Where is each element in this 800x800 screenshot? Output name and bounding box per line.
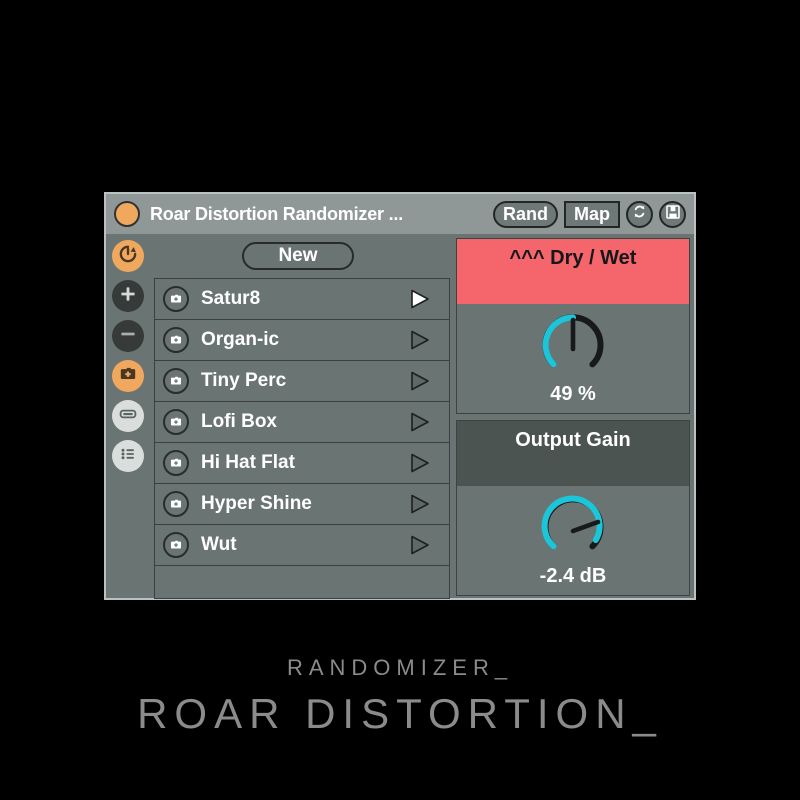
output-gain-value: -2.4 dB — [539, 565, 607, 587]
preset-list: Satur8 Organ-ic Tiny Perc Lofi Box Hi Ha… — [154, 278, 450, 599]
table-row[interactable]: Hi Hat Flat — [155, 443, 449, 484]
table-row[interactable]: Wut — [155, 525, 449, 566]
preset-name: Wut — [201, 534, 237, 555]
play-icon[interactable] — [405, 287, 435, 311]
preset-name: Tiny Perc — [201, 370, 287, 391]
play-icon[interactable] — [405, 533, 435, 557]
snapshot-camera-icon[interactable] — [163, 409, 189, 435]
rand-button[interactable]: Rand — [493, 200, 558, 228]
add-icon — [118, 284, 138, 309]
play-icon[interactable] — [405, 369, 435, 393]
output-gain-panel: Output Gain -2.4 dB — [456, 420, 690, 596]
empty-preset-slot[interactable] — [155, 566, 449, 598]
table-row[interactable]: Satur8 — [155, 279, 449, 320]
parameter-column: ^^^ Dry / Wet 49 % Output Gain -2.4 dB — [456, 234, 690, 598]
dry-wet-panel: ^^^ Dry / Wet 49 % — [456, 238, 690, 414]
play-icon[interactable] — [405, 328, 435, 352]
preset-name: Hyper Shine — [201, 493, 312, 514]
preset-column: New Satur8 Organ-ic Tiny Perc Lofi Box H… — [150, 234, 454, 599]
caption-subtitle: RANDOMIZER_ — [286, 655, 514, 680]
table-row[interactable]: Tiny Perc — [155, 361, 449, 402]
preset-name: Satur8 — [201, 288, 261, 309]
snapshot-camera-icon[interactable] — [163, 286, 189, 312]
snapshot-button[interactable] — [112, 360, 144, 392]
window-body: New Satur8 Organ-ic Tiny Perc Lofi Box H… — [106, 234, 694, 599]
snapshot-camera-icon[interactable] — [163, 491, 189, 517]
preset-name: Hi Hat Flat — [201, 452, 295, 473]
plugin-window: Roar Distortion Randomizer ... Rand Map — [104, 192, 696, 600]
add-preset-button[interactable] — [112, 280, 144, 312]
remove-preset-button[interactable] — [112, 320, 144, 352]
output-gain-title: Output Gain — [457, 421, 689, 486]
device-power-dot[interactable] — [114, 201, 140, 227]
save-button[interactable] — [659, 200, 686, 228]
randomize-button[interactable] — [112, 240, 144, 272]
new-preset-button[interactable]: New — [242, 242, 354, 270]
page-title: Roar Distortion Randomizer ... — [150, 203, 404, 224]
preset-name: Lofi Box — [201, 411, 277, 432]
map-button[interactable]: Map — [564, 200, 620, 228]
remove-icon — [118, 324, 138, 349]
snapshot-camera-icon[interactable] — [163, 368, 189, 394]
snapshot-camera-icon — [118, 364, 138, 389]
list-view-button[interactable] — [112, 440, 144, 472]
dry-wet-value: 49 % — [550, 383, 596, 405]
table-row[interactable]: Lofi Box — [155, 402, 449, 443]
dry-wet-knob[interactable]: 49 % — [457, 304, 689, 414]
play-icon[interactable] — [405, 492, 435, 516]
preset-name: Organ-ic — [201, 329, 280, 350]
fader-icon — [118, 404, 138, 429]
randomize-icon — [117, 243, 139, 270]
snapshot-camera-icon[interactable] — [163, 327, 189, 353]
refresh-sync-icon — [631, 203, 648, 225]
refresh-button[interactable] — [626, 200, 653, 228]
icon-rail — [106, 234, 150, 598]
fader-view-button[interactable] — [112, 400, 144, 432]
caption-title: ROAR DISTORTION_ — [137, 690, 663, 737]
title-bar: Roar Distortion Randomizer ... Rand Map — [106, 194, 694, 234]
play-icon[interactable] — [405, 451, 435, 475]
snapshot-camera-icon[interactable] — [163, 450, 189, 476]
dry-wet-title: ^^^ Dry / Wet — [457, 239, 689, 304]
table-row[interactable]: Organ-ic — [155, 320, 449, 361]
output-gain-knob[interactable]: -2.4 dB — [457, 486, 689, 596]
snapshot-camera-icon[interactable] — [163, 532, 189, 558]
floppy-save-icon — [665, 204, 681, 225]
play-icon[interactable] — [405, 410, 435, 434]
list-icon — [118, 444, 138, 469]
table-row[interactable]: Hyper Shine — [155, 484, 449, 525]
